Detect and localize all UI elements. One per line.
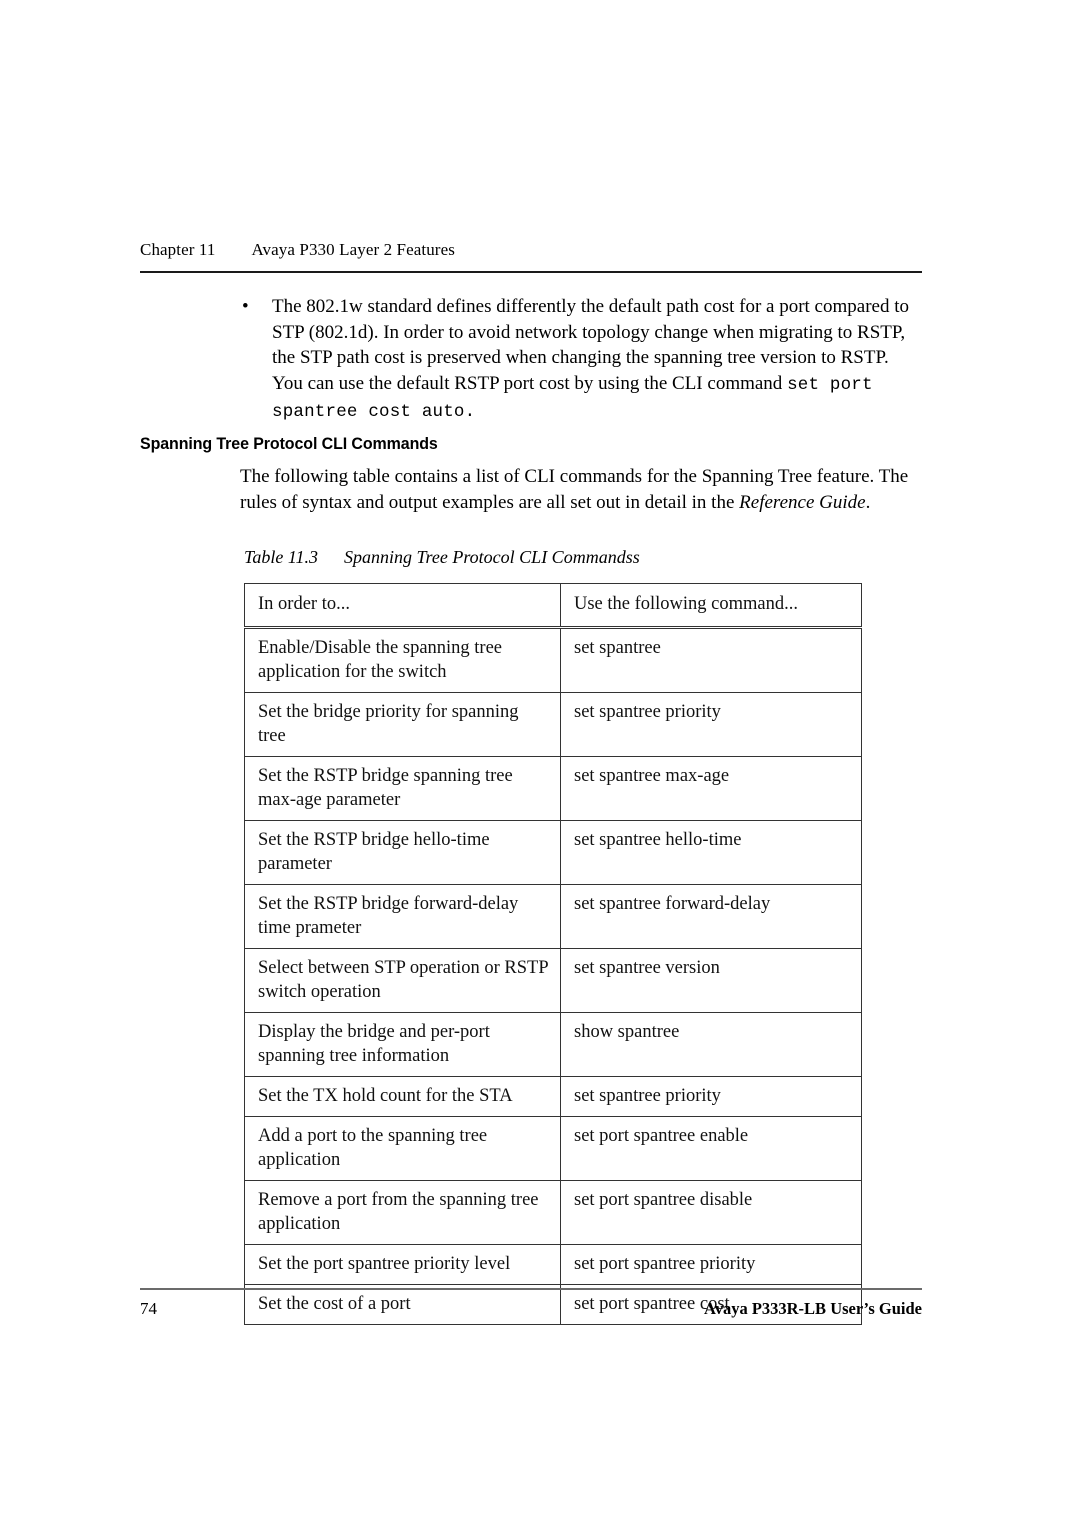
table-cell-task: Set the RSTP bridge forward-delay time p…	[244, 884, 561, 949]
table-row: Set the port spantree priority level set …	[244, 1244, 862, 1285]
bullet-item-text: The 802.1w standard defines differently …	[272, 294, 920, 426]
table-caption-text: Spanning Tree Protocol CLI Commandss	[344, 547, 640, 567]
table-cell-command: set spantree	[560, 627, 862, 693]
table-row: Add a port to the spanning tree applicat…	[244, 1116, 862, 1181]
bullet-list: • The 802.1w standard defines differentl…	[240, 294, 920, 426]
section-heading: Spanning Tree Protocol CLI Commands	[140, 434, 438, 453]
table-cell-command: set port spantree disable	[560, 1180, 862, 1245]
table-header-row: In order to... Use the following command…	[244, 583, 862, 629]
table-cell-command: show spantree	[560, 1012, 862, 1077]
footer-divider-rule	[140, 1288, 922, 1290]
list-item: • The 802.1w standard defines differentl…	[240, 294, 920, 426]
table-row: Set the bridge priority for spanning tre…	[244, 692, 862, 757]
table-header-cell-command: Use the following command...	[560, 583, 862, 629]
table-cell-command: set spantree max-age	[560, 756, 862, 821]
bullet-marker-icon: •	[242, 296, 249, 317]
table-cell-task: Display the bridge and per-port spanning…	[244, 1012, 561, 1077]
section-intro-paragraph: The following table contains a list of C…	[240, 464, 925, 515]
page-number: 74	[140, 1299, 157, 1318]
document-page: Chapter 11 Avaya P330 Layer 2 Features • …	[0, 0, 1080, 1528]
table-cell-command: set spantree version	[560, 948, 862, 1013]
table-header-cell-task: In order to...	[244, 583, 561, 629]
table-row: Display the bridge and per-port spanning…	[244, 1012, 862, 1077]
table-row: Enable/Disable the spanning tree applica…	[244, 627, 862, 693]
guide-title: Avaya P333R-LB User’s Guide	[704, 1299, 922, 1318]
table-cell-task: Add a port to the spanning tree applicat…	[244, 1116, 561, 1181]
table-cell-command: set spantree hello-time	[560, 820, 862, 885]
table-cell-task: Set the port spantree priority level	[244, 1244, 561, 1285]
table-row: Remove a port from the spanning tree app…	[244, 1180, 862, 1245]
table-cell-task: Set the cost of a port	[244, 1284, 561, 1325]
table-cell-task: Set the RSTP bridge spanning tree max-ag…	[244, 756, 561, 821]
table-row: Set the RSTP bridge forward-delay time p…	[244, 884, 862, 949]
table-cell-task: Set the TX hold count for the STA	[244, 1076, 561, 1117]
table-header: In order to... Use the following command…	[244, 583, 862, 629]
running-header-title: Avaya P330 Layer 2 Features	[251, 240, 455, 259]
table-cell-task: Remove a port from the spanning tree app…	[244, 1180, 561, 1245]
table-cell-task: Enable/Disable the spanning tree applica…	[244, 627, 561, 693]
table-cell-command: set port spantree enable	[560, 1116, 862, 1181]
table-row: Set the RSTP bridge hello-time parameter…	[244, 820, 862, 885]
table-cell-command: set spantree forward-delay	[560, 884, 862, 949]
table-row: Select between STP operation or RSTP swi…	[244, 948, 862, 1013]
cli-commands-table: In order to... Use the following command…	[244, 583, 862, 1325]
intro-reference-guide-italic: Reference Guide	[739, 491, 866, 513]
table-cell-command: set spantree priority	[560, 692, 862, 757]
intro-text-part2: .	[865, 491, 871, 513]
table-caption: Table 11.3 Spanning Tree Protocol CLI Com…	[244, 547, 640, 568]
table-cell-command: set port spantree priority	[560, 1244, 862, 1285]
table-cell-command: set spantree priority	[560, 1076, 862, 1117]
table-body: Enable/Disable the spanning tree applica…	[244, 627, 862, 1325]
running-header-chapter: Chapter 11	[140, 240, 216, 259]
table-row: Set the TX hold count for the STA set spa…	[244, 1076, 862, 1117]
table-caption-number: Table 11.3	[244, 547, 319, 567]
table-cell-task: Set the bridge priority for spanning tre…	[244, 692, 561, 757]
running-header: Chapter 11 Avaya P330 Layer 2 Features	[140, 240, 922, 260]
table-cell-task: Select between STP operation or RSTP swi…	[244, 948, 561, 1013]
header-divider-rule	[140, 271, 922, 273]
table-cell-task: Set the RSTP bridge hello-time parameter	[244, 820, 561, 885]
table-row: Set the RSTP bridge spanning tree max-ag…	[244, 756, 862, 821]
